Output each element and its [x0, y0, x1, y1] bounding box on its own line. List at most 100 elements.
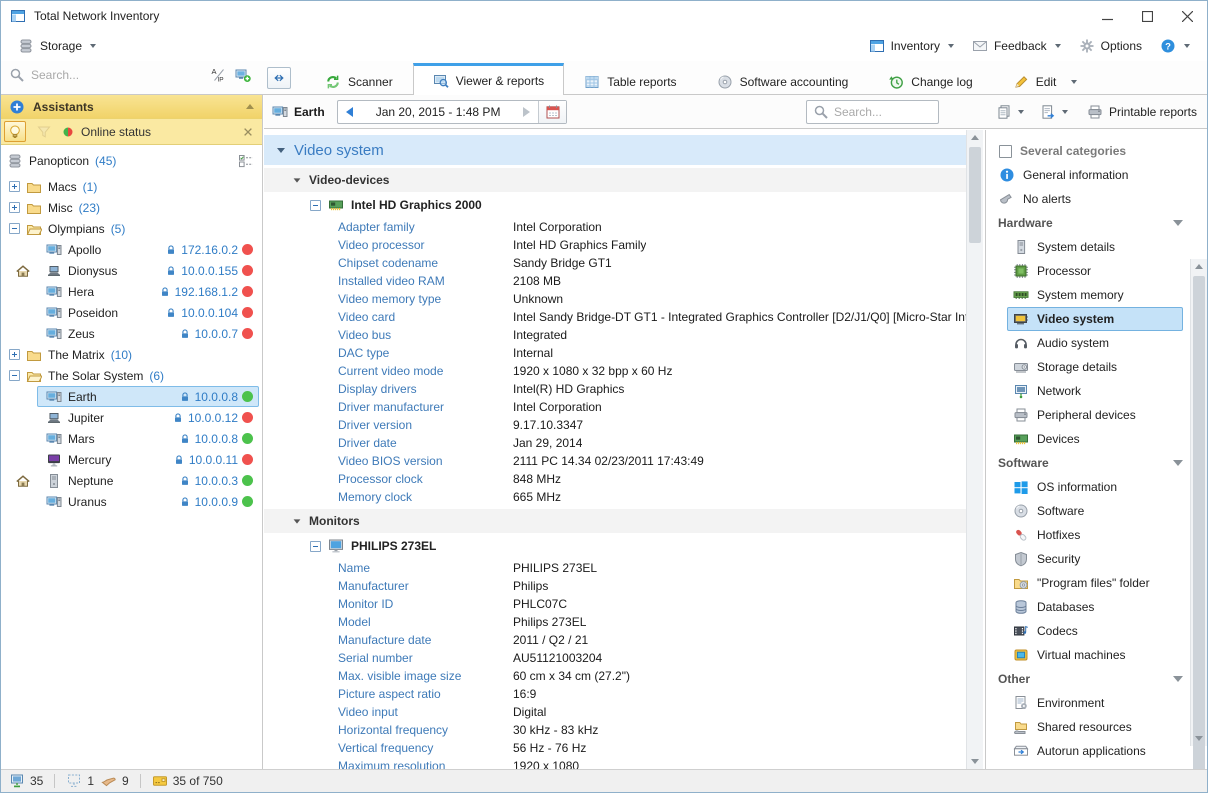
property-row: Picture aspect ratio16:9 — [264, 685, 966, 703]
scrollbar-thumb[interactable] — [1193, 276, 1205, 769]
toggle-panel-button[interactable] — [267, 67, 291, 89]
device-philips-273el[interactable]: PHILIPS 273EL — [264, 533, 966, 559]
tree-options-icon[interactable] — [238, 153, 254, 169]
tree-device-neptune[interactable]: Neptune10.0.0.3 — [1, 470, 262, 491]
tree-group-the-solar-system[interactable]: The Solar System(6) — [1, 365, 262, 386]
tree-group-macs[interactable]: Macs(1) — [1, 176, 262, 197]
collapse-device-icon[interactable] — [310, 200, 321, 211]
close-button[interactable] — [1167, 1, 1207, 31]
category-processor[interactable]: Processor — [1007, 259, 1183, 283]
category-peripheral-devices[interactable]: Peripheral devices — [1007, 403, 1183, 427]
tree-device-zeus[interactable]: Zeus10.0.0.7 — [1, 323, 262, 344]
collapse-icon[interactable] — [9, 370, 20, 381]
category-network[interactable]: Network — [1007, 379, 1183, 403]
scroll-down-icon[interactable] — [1191, 731, 1207, 746]
expand-icon[interactable] — [9, 349, 20, 360]
next-snapshot-button[interactable] — [514, 101, 538, 123]
category-hotfixes[interactable]: Hotfixes — [1007, 523, 1183, 547]
tree-device-poseidon[interactable]: Poseidon10.0.0.104 — [1, 302, 262, 323]
menu-inventory[interactable]: Inventory — [862, 34, 961, 58]
category-autorun-applications[interactable]: Autorun applications — [1007, 739, 1183, 763]
collapse-icon[interactable] — [9, 223, 20, 234]
assistant-online-status[interactable]: Online status — [1, 119, 262, 144]
category-os-information[interactable]: OS information — [1007, 475, 1183, 499]
expand-icon[interactable] — [9, 181, 20, 192]
scrollbar-thumb[interactable] — [969, 147, 981, 243]
category-header-other[interactable]: Other — [986, 667, 1183, 691]
close-assistant-icon[interactable] — [242, 126, 254, 138]
tab-viewer-reports[interactable]: Viewer & reports — [413, 63, 564, 95]
expand-icon[interactable] — [9, 202, 20, 213]
storage-menu[interactable]: Storage — [11, 34, 103, 58]
category--program-files-folder[interactable]: "Program files" folder — [1007, 571, 1183, 595]
tab-edit[interactable]: Edit — [993, 67, 1098, 95]
filter-toggle-button[interactable] — [33, 121, 55, 142]
sort-by-name-ip-icon[interactable]: AIP — [211, 67, 227, 83]
minimize-button[interactable] — [1087, 1, 1127, 31]
category-audio-system[interactable]: Audio system — [1007, 331, 1183, 355]
category-several[interactable]: Several categories — [986, 139, 1183, 163]
maximize-button[interactable] — [1127, 1, 1167, 31]
collapse-assistants-icon[interactable] — [246, 104, 254, 109]
scroll-up-icon[interactable] — [967, 130, 983, 145]
category-video-system[interactable]: Video system — [1007, 307, 1183, 331]
category-general-information[interactable]: General information — [986, 163, 1183, 187]
tree-device-uranus[interactable]: Uranus10.0.0.9 — [1, 491, 262, 512]
categories-scrollbar[interactable] — [1190, 259, 1207, 746]
category-databases[interactable]: Databases — [1007, 595, 1183, 619]
menu-feedback[interactable]: Feedback — [965, 34, 1068, 58]
add-assistant-icon[interactable] — [9, 99, 25, 115]
category-devices[interactable]: Devices — [1007, 427, 1183, 451]
printable-reports-button[interactable]: Printable reports — [1087, 104, 1197, 120]
property-label: Display drivers — [338, 382, 513, 396]
group-monitors[interactable]: Monitors — [264, 509, 966, 533]
prev-snapshot-button[interactable] — [338, 101, 362, 123]
copy-report-button[interactable] — [991, 101, 1029, 123]
device-intel-hd-graphics-2000[interactable]: Intel HD Graphics 2000 — [264, 192, 966, 218]
tree-search[interactable] — [9, 67, 204, 83]
category-virtual-machines[interactable]: Virtual machines — [1007, 643, 1183, 667]
add-device-icon[interactable] — [235, 67, 251, 83]
tree-device-dionysus[interactable]: Dionysus10.0.0.155 — [1, 260, 262, 281]
tree-search-input[interactable] — [31, 68, 181, 82]
category-no-alerts[interactable]: No alerts — [986, 187, 1183, 211]
category-codecs[interactable]: Codecs — [1007, 619, 1183, 643]
tree-group-misc[interactable]: Misc(23) — [1, 197, 262, 218]
highlight-toggle-button[interactable] — [4, 121, 26, 142]
tree-device-apollo[interactable]: Apollo172.16.0.2 — [1, 239, 262, 260]
tree-group-the-matrix[interactable]: The Matrix(10) — [1, 344, 262, 365]
tab-software-accounting[interactable]: Software accounting — [697, 67, 869, 95]
section-video-system[interactable]: Video system — [264, 135, 966, 165]
tree-root-row[interactable]: Panopticon (45) — [1, 150, 262, 171]
viewer-scrollbar[interactable] — [966, 130, 983, 769]
category-environment[interactable]: Environment — [1007, 691, 1183, 715]
tree-device-mars[interactable]: Mars10.0.0.8 — [1, 428, 262, 449]
scroll-up-icon[interactable] — [1191, 259, 1207, 274]
category-software[interactable]: Software — [1007, 499, 1183, 523]
export-report-button[interactable] — [1035, 101, 1073, 123]
category-system-details[interactable]: System details — [1007, 235, 1183, 259]
category-security[interactable]: Security — [1007, 547, 1183, 571]
category-system-memory[interactable]: System memory — [1007, 283, 1183, 307]
category-header-hardware[interactable]: Hardware — [986, 211, 1183, 235]
tab-table-reports[interactable]: Table reports — [564, 67, 696, 95]
category-shared-resources[interactable]: Shared resources — [1007, 715, 1183, 739]
group-video-devices[interactable]: Video-devices — [264, 168, 966, 192]
tree-device-hera[interactable]: Hera192.168.1.2 — [1, 281, 262, 302]
tree-device-earth[interactable]: Earth10.0.0.8 — [1, 386, 262, 407]
tree-device-mercury[interactable]: Mercury10.0.0.11 — [1, 449, 262, 470]
tab-scanner[interactable]: Scanner — [305, 67, 413, 95]
category-storage-details[interactable]: Storage details — [1007, 355, 1183, 379]
tree-group-olympians[interactable]: Olympians(5) — [1, 218, 262, 239]
calendar-button[interactable] — [538, 101, 566, 123]
tab-change-log[interactable]: Change log — [868, 67, 992, 95]
category-header-software[interactable]: Software — [986, 451, 1183, 475]
collapse-device-icon[interactable] — [310, 541, 321, 552]
scroll-down-icon[interactable] — [967, 754, 983, 769]
tree-device-jupiter[interactable]: Jupiter10.0.0.12 — [1, 407, 262, 428]
menu-options[interactable]: Options — [1072, 34, 1149, 58]
viewer-search[interactable] — [806, 100, 939, 124]
menu-help[interactable]: ? — [1153, 34, 1197, 58]
checkbox-icon[interactable] — [999, 145, 1012, 158]
viewer-search-input[interactable] — [834, 105, 934, 119]
